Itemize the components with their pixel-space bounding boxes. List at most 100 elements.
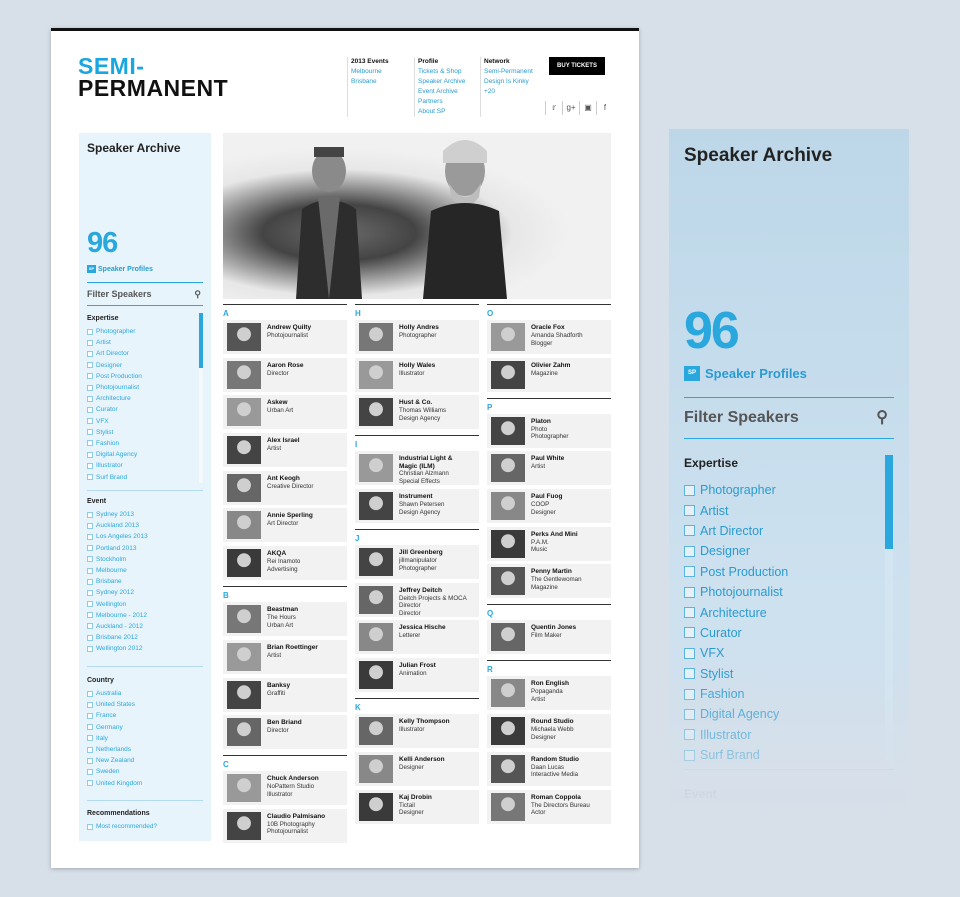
checkbox[interactable] [87, 701, 93, 708]
expertise-option[interactable]: Art Director [87, 348, 142, 359]
speaker-name[interactable]: Brian Roettinger [267, 644, 318, 652]
speaker-name[interactable]: Jeffrey Deitch [399, 587, 442, 595]
speaker-photo[interactable] [359, 492, 393, 521]
event-option[interactable]: Brisbane [87, 576, 148, 587]
speaker-card[interactable]: Annie Sperling Art Director [223, 508, 347, 543]
facebook-icon[interactable]: f [596, 101, 613, 115]
speaker-photo[interactable] [491, 454, 525, 483]
speaker-name[interactable]: Paul White [531, 455, 564, 463]
speaker-photo[interactable] [359, 548, 393, 577]
buy-tickets-button[interactable]: BUY TICKETS [549, 57, 605, 75]
zoom-search-icon[interactable]: ⚲ [876, 398, 888, 438]
speaker-card[interactable]: Roman Coppola The Directors Bureau Actor [487, 789, 611, 824]
country-option[interactable]: Germany [87, 722, 142, 733]
speaker-card[interactable]: Askew Urban Art [223, 395, 347, 430]
speaker-photo[interactable] [227, 774, 261, 803]
speaker-name[interactable]: Kelly Thompson [399, 718, 450, 726]
expertise-option[interactable]: Surf Brand [87, 471, 142, 482]
nav-heading[interactable]: Network [484, 57, 546, 67]
speaker-card[interactable]: Kelly Thompson Illustrator [355, 714, 479, 749]
checkbox[interactable] [87, 645, 93, 652]
speaker-card[interactable]: Jeffrey Deitch Deitch Projects & MOCA Dir… [355, 582, 479, 617]
speaker-name[interactable]: Kelli Anderson [399, 756, 445, 764]
nav-link[interactable]: Melbourne [351, 67, 414, 77]
speaker-card[interactable]: AKQA Rei Inamoto Advertising [223, 546, 347, 581]
zoom-expertise-option[interactable]: Art Director [684, 521, 788, 541]
logo[interactable]: SEMI- PERMANENT [78, 55, 228, 100]
checkbox[interactable] [87, 712, 93, 719]
nav-link[interactable]: Partners [418, 97, 480, 107]
speaker-name[interactable]: Roman Coppola [531, 794, 581, 802]
checkbox[interactable] [87, 406, 93, 413]
speaker-name[interactable]: Oracle Fox [531, 324, 565, 332]
speaker-profiles-link[interactable]: SP Speaker Profiles [87, 265, 153, 273]
zoom-expertise-option[interactable]: Curator [684, 623, 788, 643]
country-option[interactable]: United States [87, 699, 142, 710]
country-option[interactable]: New Zealand [87, 755, 142, 766]
checkbox[interactable] [87, 556, 93, 563]
speaker-photo[interactable] [227, 811, 261, 840]
speaker-photo[interactable] [227, 549, 261, 578]
speaker-card[interactable]: Banksy Graffiti [223, 677, 347, 712]
zoom-filter-speakers-input[interactable]: Filter Speakers ⚲ [684, 397, 894, 439]
speaker-name[interactable]: Claudio Palmisano [267, 813, 325, 821]
checkbox[interactable] [87, 474, 93, 481]
speaker-card[interactable]: Alex Israel Artist [223, 433, 347, 468]
speaker-photo[interactable] [491, 567, 525, 596]
checkbox[interactable] [87, 612, 93, 619]
speaker-name[interactable]: Quentin Jones [531, 624, 576, 632]
checkbox[interactable] [87, 418, 93, 425]
event-option[interactable]: Auckland 2013 [87, 520, 148, 531]
zoom-expertise-option[interactable]: Architecture [684, 602, 788, 622]
speaker-card[interactable]: Andrew Quilty Photojournalist [223, 320, 347, 354]
country-option[interactable]: Netherlands [87, 744, 142, 755]
speaker-card[interactable]: Ron English Popaganda Artist [487, 676, 611, 711]
speaker-photo[interactable] [491, 679, 525, 708]
nav-link[interactable]: Event Archive [418, 87, 480, 97]
checkbox[interactable] [87, 567, 93, 574]
speaker-photo[interactable] [491, 529, 525, 558]
speaker-photo[interactable] [227, 398, 261, 427]
expertise-option[interactable]: Post Production [87, 371, 142, 382]
nav-link[interactable]: About SP [418, 107, 480, 117]
event-option[interactable]: Melbourne [87, 565, 148, 576]
speaker-photo[interactable] [491, 754, 525, 783]
event-option[interactable]: Wellington 2012 [87, 643, 148, 654]
speaker-name[interactable]: Penny Martin [531, 568, 572, 576]
speaker-photo[interactable] [227, 473, 261, 502]
speaker-name[interactable]: AKQA [267, 550, 286, 558]
speaker-name[interactable]: Alex Israel [267, 437, 300, 445]
expertise-option[interactable]: Stylist [87, 427, 142, 438]
nav-link[interactable]: Tickets & Shop [418, 67, 480, 77]
nav-heading[interactable]: Profile [418, 57, 480, 67]
speaker-name[interactable]: Random Studio [531, 756, 579, 764]
speaker-name[interactable]: Banksy [267, 682, 290, 690]
expertise-scrollbar[interactable] [199, 313, 203, 368]
checkbox[interactable] [87, 350, 93, 357]
speaker-card[interactable]: Beastman The Hours Urban Art [223, 602, 347, 637]
speaker-card[interactable]: Holly Andres Photographer [355, 320, 479, 354]
speaker-card[interactable]: Industrial Light & Magic (ILM) Christian … [355, 451, 479, 486]
speaker-photo[interactable] [491, 416, 525, 445]
speaker-card[interactable]: Ben Briand Director [223, 715, 347, 750]
nav-heading[interactable]: 2013 Events [351, 57, 414, 67]
speaker-photo[interactable] [491, 360, 525, 389]
speaker-name[interactable]: Hust & Co. [399, 399, 432, 407]
expertise-option[interactable]: Architecture [87, 393, 142, 404]
speaker-photo[interactable] [491, 323, 525, 351]
speaker-name[interactable]: Platon [531, 418, 551, 426]
checkbox[interactable] [87, 451, 93, 458]
speaker-card[interactable]: Kelli Anderson Designer [355, 751, 479, 786]
speaker-name[interactable]: Ron English [531, 680, 569, 688]
speaker-name[interactable]: Beastman [267, 606, 298, 614]
zoom-checkbox[interactable] [684, 647, 695, 659]
speaker-name[interactable]: Holly Wales [399, 362, 435, 370]
speaker-card[interactable]: Penny Martin The Gentlewoman Magazine [487, 564, 611, 599]
checkbox[interactable] [87, 768, 93, 775]
recommend-option[interactable]: Most recommended? [87, 821, 157, 832]
speaker-photo[interactable] [359, 323, 393, 351]
event-option[interactable]: Stockholm [87, 554, 148, 565]
checkbox[interactable] [87, 440, 93, 447]
zoom-expertise-option[interactable]: Designer [684, 541, 788, 561]
checkbox[interactable] [87, 429, 93, 436]
